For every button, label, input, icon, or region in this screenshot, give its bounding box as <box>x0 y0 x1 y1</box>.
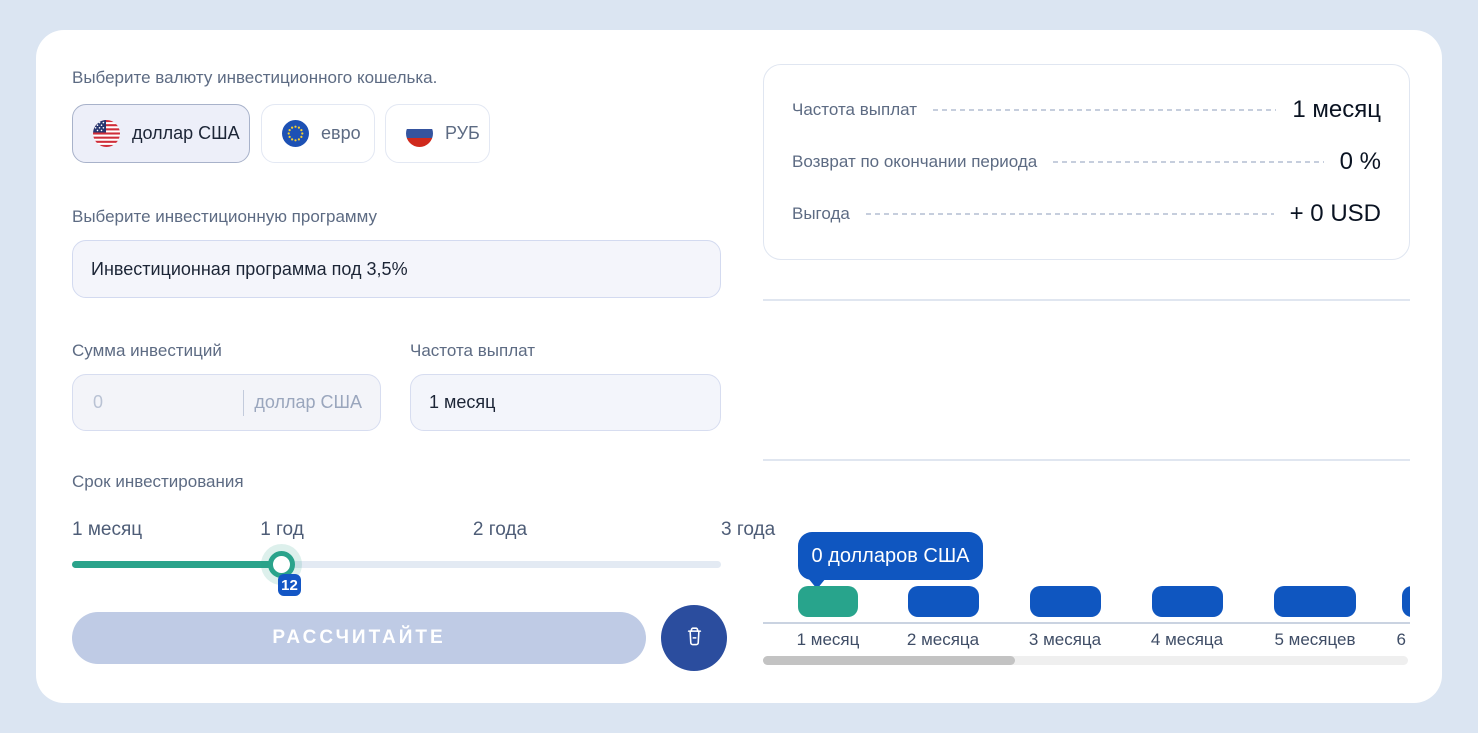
frequency-label: Частота выплат <box>410 341 535 361</box>
currency-option-eur[interactable]: евро <box>261 104 375 163</box>
chart-category-label: 5 месяцев <box>1274 630 1355 650</box>
ru-flag-icon <box>406 120 433 147</box>
chart-category-label: 4 месяца <box>1151 630 1223 650</box>
trash-icon <box>681 623 708 653</box>
currency-option-usd[interactable]: доллар США <box>72 104 250 163</box>
program-select[interactable]: Инвестиционная программа под 3,5% <box>72 240 721 298</box>
summary-row-label: Частота выплат <box>792 100 917 120</box>
currency-section-label: Выберите валюту инвестиционного кошелька… <box>72 68 437 88</box>
chart-category-label: 3 месяца <box>1029 630 1101 650</box>
dotted-leader <box>933 109 1276 111</box>
term-section-label: Срок инвестирования <box>72 472 244 492</box>
program-select-value: Инвестиционная программа под 3,5% <box>91 259 408 280</box>
chart-bar-month-3[interactable] <box>1030 586 1101 617</box>
program-section-label: Выберите инвестиционную программу <box>72 207 377 227</box>
amount-label: Сумма инвестиций <box>72 341 222 361</box>
section-divider-top <box>763 299 1410 301</box>
term-tick-2years: 2 года <box>473 519 527 541</box>
summary-row-value: 0 % <box>1340 148 1381 176</box>
amount-field: доллар США <box>72 374 381 431</box>
chart-tooltip: 0 долларов США <box>798 532 983 580</box>
chart-category-label: 1 месяц <box>797 630 860 650</box>
amount-currency-suffix: доллар США <box>254 392 362 413</box>
amount-suffix-divider <box>243 390 245 416</box>
summary-row-value: + 0 USD <box>1290 200 1381 228</box>
chart-category-label: 6 месяцев <box>1396 630 1410 650</box>
chart-bar-month-1[interactable] <box>798 586 858 617</box>
summary-row-label: Возврат по окончании периода <box>792 152 1037 172</box>
currency-option-label: евро <box>321 123 361 144</box>
chart-bar-month-2[interactable] <box>908 586 979 617</box>
term-tick-1year: 1 год <box>260 519 304 541</box>
summary-row-label: Выгода <box>792 204 850 224</box>
summary-row-return: Возврат по окончании периода 0 % <box>792 148 1381 176</box>
amount-input[interactable] <box>91 391 237 414</box>
summary-row-frequency: Частота выплат 1 месяц <box>792 96 1381 124</box>
term-tick-1month: 1 месяц <box>72 519 142 541</box>
chart-scrollbar-thumb[interactable] <box>763 656 1015 665</box>
currency-option-label: РУБ <box>445 123 480 144</box>
chart-scrollbar-track[interactable] <box>763 656 1408 665</box>
dotted-leader <box>866 213 1274 215</box>
frequency-select[interactable]: 1 месяц <box>410 374 721 431</box>
currency-option-rub[interactable]: РУБ <box>385 104 490 163</box>
results-summary-card: Частота выплат 1 месяц Возврат по оконча… <box>763 64 1410 260</box>
us-flag-icon <box>93 120 120 147</box>
chart-tooltip-text: 0 долларов США <box>811 545 969 568</box>
term-slider-fill <box>72 561 281 568</box>
section-divider-bottom <box>763 459 1410 461</box>
summary-row-value: 1 месяц <box>1292 96 1381 124</box>
calculate-button[interactable]: РАССЧИТАЙТЕ <box>72 612 646 664</box>
eu-flag-icon <box>282 120 309 147</box>
chart-bar-month-5[interactable] <box>1274 586 1356 617</box>
frequency-select-value: 1 месяц <box>429 392 495 413</box>
reset-button[interactable] <box>661 605 727 671</box>
term-slider-track[interactable] <box>72 561 721 568</box>
payout-bar-chart: 0 долларов США 1 месяц 2 месяца 3 месяца… <box>763 525 1410 670</box>
chart-bar-month-4[interactable] <box>1152 586 1223 617</box>
term-value-badge: 12 <box>278 574 301 596</box>
chart-bar-month-6[interactable] <box>1402 586 1410 617</box>
calculator-card: Выберите валюту инвестиционного кошелька… <box>36 30 1442 703</box>
investment-calculator-page: Выберите валюту инвестиционного кошелька… <box>0 0 1478 733</box>
chart-category-label: 2 месяца <box>907 630 979 650</box>
dotted-leader <box>1053 161 1323 163</box>
chart-axis-line <box>763 622 1410 624</box>
summary-row-profit: Выгода + 0 USD <box>792 200 1381 228</box>
currency-option-label: доллар США <box>132 123 240 144</box>
